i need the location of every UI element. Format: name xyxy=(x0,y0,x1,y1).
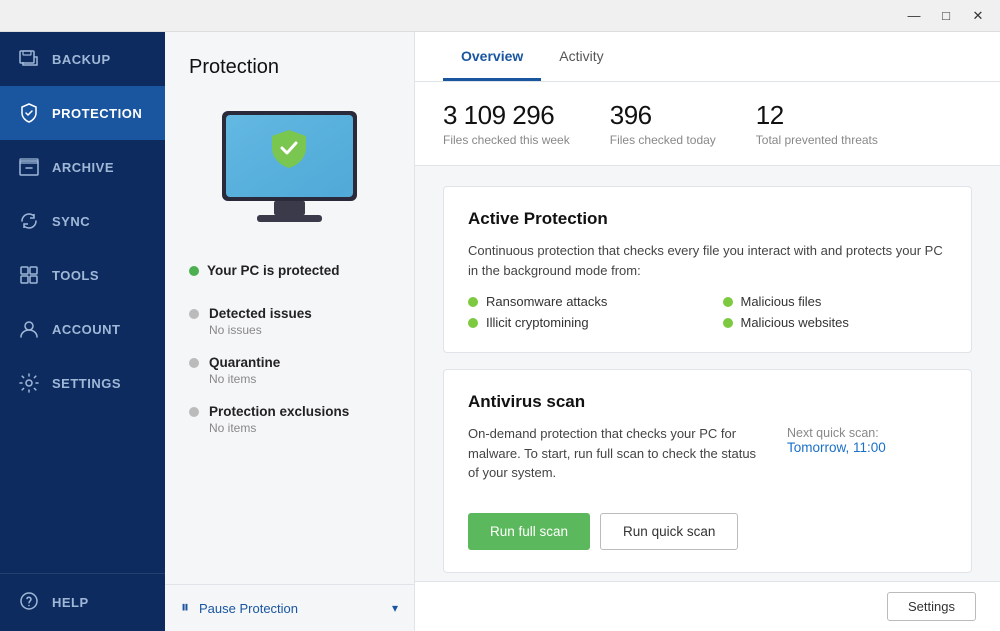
active-protection-desc: Continuous protection that checks every … xyxy=(468,241,947,280)
sidebar-item-archive-label: Archive xyxy=(52,160,114,175)
left-section-detected-issues[interactable]: Detected issues No issues xyxy=(181,306,398,337)
sidebar-item-sync[interactable]: Sync xyxy=(0,194,165,248)
help-icon xyxy=(18,590,40,615)
antivirus-scan-desc: On-demand protection that checks your PC… xyxy=(468,424,767,483)
grey-dot-quarantine xyxy=(189,358,199,368)
active-protection-card: Active Protection Continuous protection … xyxy=(443,186,972,353)
maximize-button[interactable]: □ xyxy=(932,5,960,27)
sidebar: Backup Protection Archive xyxy=(0,32,165,631)
feature-cryptomining-label: Illicit cryptomining xyxy=(486,315,589,330)
tab-overview[interactable]: Overview xyxy=(443,32,541,81)
run-full-scan-button[interactable]: Run full scan xyxy=(468,513,590,550)
archive-icon xyxy=(18,156,40,178)
sidebar-item-archive[interactable]: Archive xyxy=(0,140,165,194)
settings-icon xyxy=(18,372,40,394)
feature-malicious-files: Malicious files xyxy=(723,294,948,309)
sidebar-item-protection[interactable]: Protection xyxy=(0,86,165,140)
tools-icon xyxy=(18,264,40,286)
stat-files-today-value: 396 xyxy=(610,100,716,131)
protection-icon xyxy=(18,102,40,124)
antivirus-scan-card: Antivirus scan On-demand protection that… xyxy=(443,369,972,573)
left-section-exclusions[interactable]: Protection exclusions No items xyxy=(181,404,398,435)
monitor-illustration xyxy=(212,103,367,233)
page-title: Protection xyxy=(189,56,279,78)
chevron-down-icon: ▾ xyxy=(392,601,398,615)
feature-malicious-files-label: Malicious files xyxy=(741,294,822,309)
sync-icon xyxy=(18,210,40,232)
stat-threats-value: 12 xyxy=(756,100,878,131)
tab-bar: Overview Activity xyxy=(443,32,972,81)
green-dot-cryptomining xyxy=(468,318,478,328)
tab-activity[interactable]: Activity xyxy=(541,32,621,81)
backup-icon xyxy=(18,48,40,70)
exclusions-title: Protection exclusions xyxy=(209,404,349,419)
stat-files-week-label: Files checked this week xyxy=(443,133,570,147)
green-dot-ransomware xyxy=(468,297,478,307)
right-panel: Overview Activity 3 109 296 Files checke… xyxy=(415,32,1000,631)
sidebar-item-backup-label: Backup xyxy=(52,52,111,67)
close-button[interactable]: ✕ xyxy=(964,5,992,27)
antivirus-scan-title: Antivirus scan xyxy=(468,392,947,412)
scan-buttons: Run full scan Run quick scan xyxy=(468,513,947,550)
run-quick-scan-button[interactable]: Run quick scan xyxy=(600,513,738,550)
feature-malicious-websites-label: Malicious websites xyxy=(741,315,849,330)
left-section-quarantine[interactable]: Quarantine No items xyxy=(181,355,398,386)
grey-dot-exclusions xyxy=(189,407,199,417)
title-bar: — □ ✕ xyxy=(0,0,1000,32)
left-panel: Protection xyxy=(165,32,415,631)
sidebar-item-account[interactable]: Account xyxy=(0,302,165,356)
features-grid: Ransomware attacks Malicious files Illic… xyxy=(468,294,947,330)
settings-button[interactable]: Settings xyxy=(887,592,976,621)
stats-bar: 3 109 296 Files checked this week 396 Fi… xyxy=(415,82,1000,166)
sidebar-item-account-label: Account xyxy=(52,322,121,337)
stat-threats-label: Total prevented threats xyxy=(756,133,878,147)
account-icon xyxy=(18,318,40,340)
sidebar-item-help[interactable]: Help xyxy=(0,573,165,631)
stat-files-week-value: 3 109 296 xyxy=(443,100,570,131)
sidebar-item-settings-label: Settings xyxy=(52,376,121,391)
pause-protection-label: Pause Protection xyxy=(199,601,382,616)
active-protection-title: Active Protection xyxy=(468,209,947,229)
detected-issues-sub: No issues xyxy=(209,323,312,337)
status-dot-green xyxy=(189,266,199,276)
next-scan-time: Tomorrow, 11:00 xyxy=(787,440,886,455)
sidebar-item-tools-label: Tools xyxy=(52,268,99,283)
feature-ransomware-label: Ransomware attacks xyxy=(486,294,607,309)
minimize-button[interactable]: — xyxy=(900,5,928,27)
pause-icon: ⏸ xyxy=(181,599,189,617)
sidebar-help-label: Help xyxy=(52,595,89,610)
right-content: Active Protection Continuous protection … xyxy=(415,166,1000,581)
quarantine-title: Quarantine xyxy=(209,355,280,370)
detected-issues-title: Detected issues xyxy=(209,306,312,321)
status-protected: Your PC is protected xyxy=(181,263,340,278)
right-header: Overview Activity xyxy=(415,32,1000,82)
feature-cryptomining: Illicit cryptomining xyxy=(468,315,693,330)
feature-malicious-websites: Malicious websites xyxy=(723,315,948,330)
stat-prevented-threats: 12 Total prevented threats xyxy=(756,100,878,147)
exclusions-sub: No items xyxy=(209,421,349,435)
stat-files-week: 3 109 296 Files checked this week xyxy=(443,100,570,147)
app-body: Backup Protection Archive xyxy=(0,32,1000,631)
pause-protection-footer[interactable]: ⏸ Pause Protection ▾ xyxy=(165,584,414,631)
sidebar-item-protection-label: Protection xyxy=(52,106,142,121)
feature-ransomware: Ransomware attacks xyxy=(468,294,693,309)
green-dot-malicious-websites xyxy=(723,318,733,328)
next-scan-label: Next quick scan: xyxy=(787,426,879,440)
stat-files-today-label: Files checked today xyxy=(610,133,716,147)
sidebar-item-settings[interactable]: Settings xyxy=(0,356,165,410)
quarantine-sub: No items xyxy=(209,372,280,386)
right-footer: Settings xyxy=(415,581,1000,631)
status-text: Your PC is protected xyxy=(207,263,340,278)
sidebar-item-backup[interactable]: Backup xyxy=(0,32,165,86)
sidebar-item-tools[interactable]: Tools xyxy=(0,248,165,302)
grey-dot-issues xyxy=(189,309,199,319)
sidebar-item-sync-label: Sync xyxy=(52,214,90,229)
green-dot-malicious-files xyxy=(723,297,733,307)
stat-files-today: 396 Files checked today xyxy=(610,100,716,147)
